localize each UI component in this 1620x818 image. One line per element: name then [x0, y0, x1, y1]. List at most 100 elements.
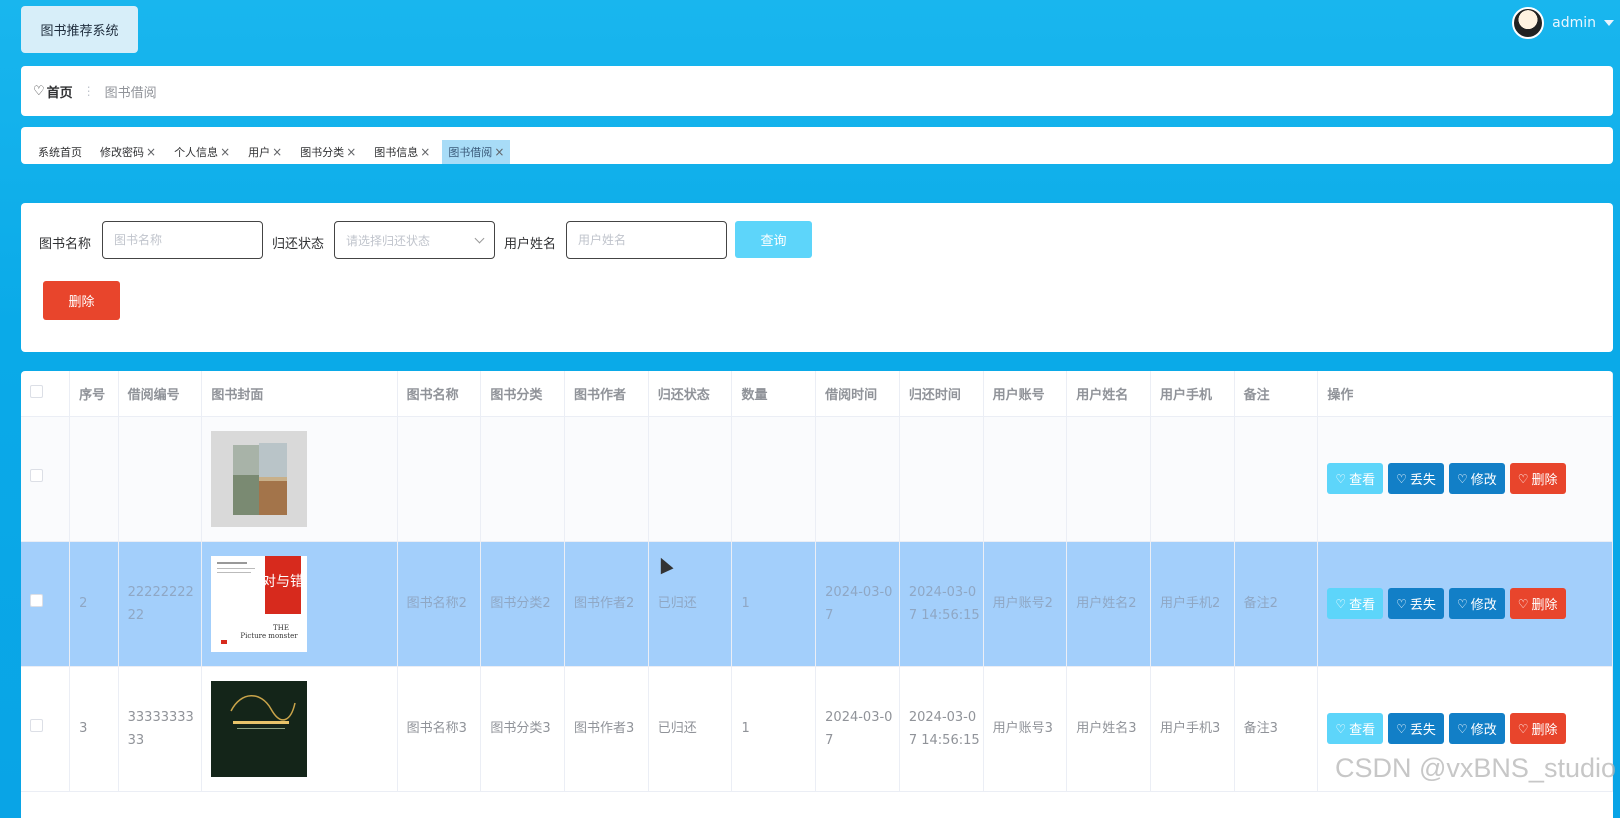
- caret-down-icon[interactable]: [1604, 20, 1614, 26]
- row-checkbox[interactable]: [30, 469, 43, 482]
- tab-label[interactable]: 图书借阅: [448, 144, 492, 160]
- cell-account: [983, 416, 1068, 542]
- tab-users[interactable]: 用户 ×: [242, 140, 288, 164]
- delete-button[interactable]: ♡ 删除: [1509, 713, 1566, 744]
- breadcrumb-separator: ⋮: [82, 84, 95, 98]
- return-status-label: 归还状态: [272, 237, 325, 252]
- cell-remark: [1234, 416, 1319, 542]
- return-status-select[interactable]: 请选择归还状态: [334, 221, 495, 259]
- view-label: 查看: [1349, 722, 1376, 737]
- book-name-label: 图书名称: [39, 237, 92, 252]
- cell-phone: 用户手机3: [1150, 666, 1235, 792]
- tab-label[interactable]: 个人信息: [174, 144, 218, 160]
- username[interactable]: admin: [1552, 15, 1596, 31]
- cell-remark: 备注3: [1234, 666, 1319, 792]
- heart-icon: ♡: [1396, 471, 1407, 486]
- heart-icon: ♡: [1335, 721, 1347, 736]
- book-cover-image: [211, 430, 308, 527]
- cell-status: 已归还: [648, 666, 733, 792]
- user-menu[interactable]: admin: [1512, 6, 1614, 40]
- heart-icon: ♡: [33, 83, 45, 99]
- header-cell: 操作: [1317, 371, 1613, 417]
- table-row[interactable]: ♡ 查看 ♡ 丢失 ♡ 修改 ♡ 删除: [21, 416, 1613, 542]
- close-icon[interactable]: ×: [220, 145, 230, 159]
- book-cover-image: [211, 680, 308, 777]
- cell-category: 图书分类3: [480, 666, 566, 792]
- tab-label[interactable]: 用户: [248, 144, 270, 160]
- row-select-cell[interactable]: [21, 666, 71, 792]
- breadcrumb-home-label[interactable]: 首页: [47, 82, 73, 101]
- close-icon[interactable]: ×: [146, 145, 156, 159]
- tab-label[interactable]: 系统首页: [38, 144, 82, 160]
- tab-label[interactable]: 图书信息: [374, 144, 418, 160]
- heart-icon: ♡: [1396, 596, 1407, 611]
- row-checkbox[interactable]: [30, 594, 43, 607]
- lost-button[interactable]: ♡ 丢失: [1388, 588, 1444, 619]
- delete-button[interactable]: ♡ 删除: [1509, 463, 1566, 494]
- cell-author: 图书作者2: [564, 541, 649, 667]
- edit-label: 修改: [1470, 597, 1497, 612]
- cell-borrow-no: [118, 416, 203, 542]
- row-select-cell[interactable]: [21, 541, 71, 667]
- edit-label: 修改: [1470, 472, 1497, 487]
- select-all-checkbox[interactable]: [30, 384, 43, 398]
- cell-cover: [201, 666, 398, 792]
- lost-button[interactable]: ♡ 丢失: [1388, 463, 1444, 494]
- table-row[interactable]: 2 2222222222 对与错 THE Picture monster 图书名…: [21, 541, 1613, 667]
- delete-button[interactable]: ♡ 删除: [1509, 588, 1566, 619]
- book-name-input[interactable]: [102, 221, 263, 259]
- cell-book-name: 图书名称2: [397, 541, 482, 667]
- cell-phone: 用户手机2: [1150, 541, 1235, 667]
- header-cell: 图书封面: [201, 371, 398, 417]
- tab-book-borrow[interactable]: 图书借阅 ×: [442, 140, 511, 164]
- cell-user-name: [1066, 416, 1151, 542]
- view-label: 查看: [1349, 472, 1376, 487]
- header-cell: 归还状态: [648, 371, 733, 417]
- tab-book-info[interactable]: 图书信息 ×: [368, 140, 436, 164]
- header-cell: 备注: [1234, 371, 1319, 417]
- tab-system-home[interactable]: 系统首页: [32, 140, 88, 164]
- edit-button[interactable]: ♡ 修改: [1448, 588, 1505, 619]
- view-button[interactable]: ♡ 查看: [1327, 588, 1384, 619]
- cell-borrow-time: 2024-03-07: [815, 541, 900, 667]
- cell-index: 3: [69, 666, 119, 792]
- heart-icon: ♡: [1517, 721, 1529, 736]
- header-cell: 序号: [69, 371, 119, 417]
- tab-book-category[interactable]: 图书分类 ×: [294, 140, 362, 164]
- cell-remark: 备注2: [1234, 541, 1319, 667]
- tab-label[interactable]: 修改密码: [100, 144, 144, 160]
- close-icon[interactable]: ×: [420, 145, 430, 159]
- close-icon[interactable]: ×: [494, 145, 504, 159]
- close-icon[interactable]: ×: [272, 145, 282, 159]
- view-button[interactable]: ♡ 查看: [1327, 713, 1384, 744]
- tab-profile[interactable]: 个人信息 ×: [168, 140, 236, 164]
- cell-category: [480, 416, 566, 542]
- cell-account: 用户账号2: [983, 541, 1068, 667]
- app-title: 图书推荐系统: [21, 6, 138, 53]
- user-name-input[interactable]: [566, 221, 727, 259]
- row-checkbox[interactable]: [30, 719, 43, 732]
- row-select-cell[interactable]: [21, 416, 71, 542]
- tab-change-password[interactable]: 修改密码 ×: [94, 140, 162, 164]
- header-cell: 图书分类: [480, 371, 566, 417]
- edit-button[interactable]: ♡ 修改: [1448, 713, 1505, 744]
- select-all-cell[interactable]: [21, 371, 71, 417]
- breadcrumb: ♡ 首页 ⋮ 图书借阅: [21, 66, 1613, 116]
- tab-label[interactable]: 图书分类: [300, 144, 344, 160]
- header-cell: 借阅编号: [118, 371, 203, 417]
- cell-book-name: 图书名称3: [397, 666, 482, 792]
- view-button[interactable]: ♡ 查看: [1327, 463, 1384, 494]
- cell-phone: [1150, 416, 1235, 542]
- header-cell: 用户账号: [983, 371, 1068, 417]
- close-icon[interactable]: ×: [346, 145, 356, 159]
- lost-button[interactable]: ♡ 丢失: [1388, 713, 1444, 744]
- batch-delete-button[interactable]: 删除: [43, 281, 120, 320]
- lost-label: 丢失: [1409, 597, 1436, 612]
- breadcrumb-home[interactable]: ♡ 首页: [33, 82, 73, 101]
- return-status-placeholder: 请选择归还状态: [346, 233, 431, 248]
- avatar[interactable]: [1512, 7, 1545, 39]
- header-cell: 图书作者: [564, 371, 649, 417]
- edit-button[interactable]: ♡ 修改: [1448, 463, 1505, 494]
- query-button[interactable]: 查询: [735, 221, 812, 258]
- cell-qty: 1: [731, 666, 817, 792]
